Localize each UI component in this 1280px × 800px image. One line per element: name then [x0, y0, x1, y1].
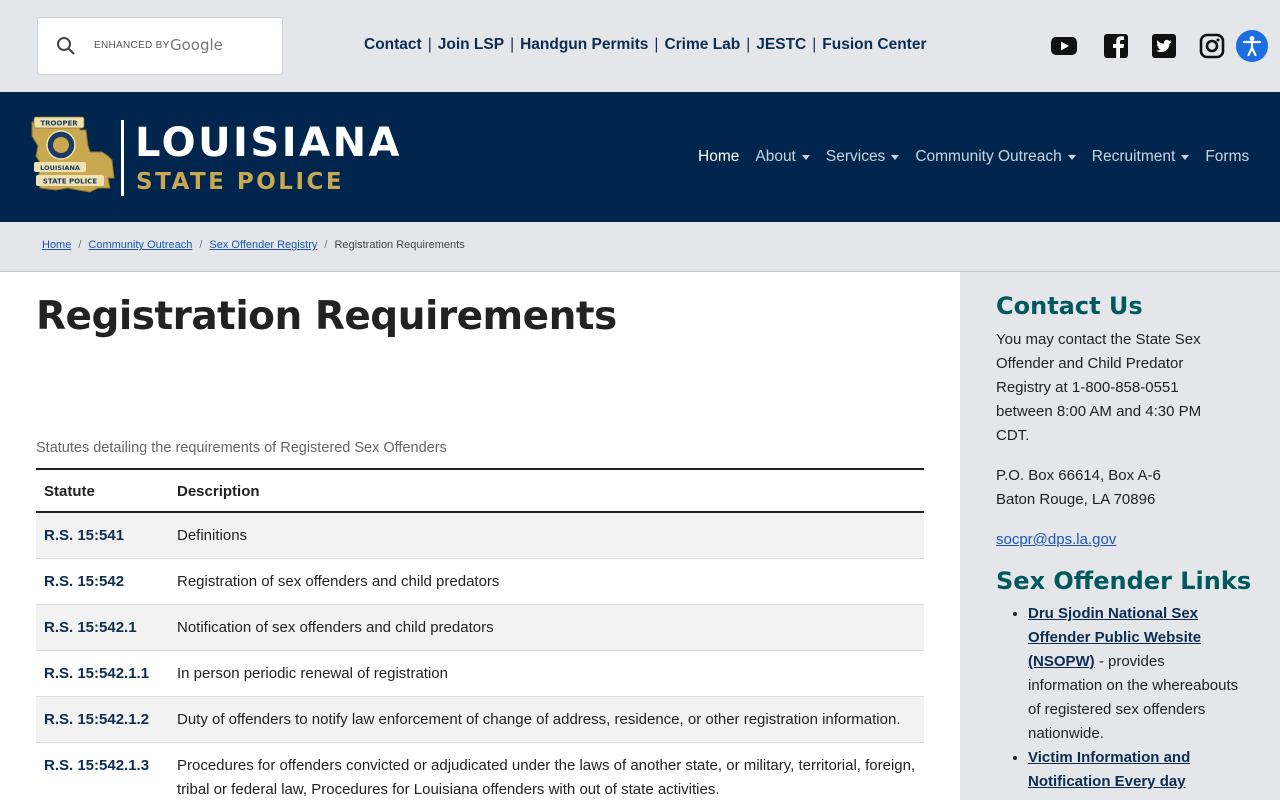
site-search-box[interactable]: ENHANCED BY Google	[37, 17, 283, 75]
enhanced-by-label: ENHANCED BY	[94, 40, 170, 51]
logo-divider	[121, 120, 124, 196]
contact-email-link[interactable]: socpr@dps.la.gov	[996, 531, 1116, 548]
utility-links: Contact | Join LSP | Handgun Permits | Crime L…	[364, 36, 927, 53]
state-police-badge-logo[interactable]: TROOPER LOUISIANA STATE POLICE	[28, 116, 116, 194]
utility-link-handgun-permits[interactable]: Handgun Permits	[520, 36, 648, 53]
breadcrumb-home[interactable]: Home	[42, 239, 71, 251]
utility-bar: ENHANCED BY Google Contact | Join LSP | Hand…	[0, 0, 1280, 92]
search-icon[interactable]	[56, 36, 76, 56]
table-caption: Statutes detailing the requirements of R…	[36, 440, 447, 456]
contact-us-text: You may contact the State Sex Offender a…	[996, 331, 1202, 444]
list-item: Victim Information and Notification Ever…	[1028, 746, 1240, 794]
statute-description: Notification of sex offenders and child …	[169, 604, 924, 651]
statute-link[interactable]: R.S. 15:542	[36, 558, 169, 605]
nav-home[interactable]: Home	[698, 148, 739, 166]
table-row: R.S. 15:542.1.3 Procedures for offenders…	[36, 742, 924, 800]
facebook-icon[interactable]	[1103, 33, 1129, 59]
sex-offender-links-list: Dru Sjodin National Sex Offender Public …	[1012, 602, 1240, 794]
sidebar: Contact Us You may contact the State Sex…	[960, 272, 1280, 800]
statute-link[interactable]: R.S. 15:541	[36, 512, 169, 559]
statute-description: Registration of sex offenders and child …	[169, 558, 924, 605]
statutes-table: Statute Description R.S. 15:541 Definiti…	[36, 468, 924, 800]
nav-community-outreach[interactable]: Community Outreach	[915, 148, 1076, 166]
statute-description: Definitions	[169, 512, 924, 559]
accessibility-icon[interactable]	[1236, 30, 1268, 62]
table-row: R.S. 15:542.1.2 Duty of offenders to not…	[36, 696, 924, 743]
logo-wordmark-louisiana[interactable]: LOUISIANA	[135, 120, 402, 166]
statute-description: In person periodic renewal of registrati…	[169, 650, 924, 697]
chevron-down-icon	[891, 155, 900, 160]
utility-link-join-lsp[interactable]: Join LSP	[438, 36, 504, 53]
statute-link[interactable]: R.S. 15:542.1	[36, 604, 169, 651]
utility-link-contact[interactable]: Contact	[364, 36, 422, 53]
breadcrumb-community-outreach[interactable]: Community Outreach	[88, 239, 192, 251]
site-header: TROOPER LOUISIANA STATE POLICE LOUISIANA…	[0, 92, 1280, 222]
table-row: R.S. 15:542.1.1 In person periodic renew…	[36, 650, 924, 697]
table-header-row: Statute Description	[36, 468, 924, 513]
nav-services[interactable]: Services	[826, 148, 900, 166]
nav-forms[interactable]: Forms	[1205, 148, 1249, 166]
breadcrumb-sex-offender-registry[interactable]: Sex Offender Registry	[209, 239, 317, 251]
instagram-icon[interactable]	[1199, 33, 1225, 59]
svg-text:LOUISIANA: LOUISIANA	[40, 164, 80, 172]
statute-link[interactable]: R.S. 15:542.1.3	[36, 742, 169, 800]
svg-text:STATE POLICE: STATE POLICE	[43, 178, 97, 186]
vine-link[interactable]: Victim Information and Notification Ever…	[1028, 749, 1190, 790]
sex-offender-links-heading: Sex Offender Links	[996, 567, 1252, 595]
column-header-statute: Statute	[36, 468, 169, 513]
google-label: Google	[170, 36, 223, 54]
table-row: R.S. 15:542 Registration of sex offender…	[36, 558, 924, 605]
logo-wordmark-state-police[interactable]: STATE POLICE	[136, 169, 344, 195]
chevron-down-icon	[1181, 155, 1190, 160]
statute-link[interactable]: R.S. 15:542.1.1	[36, 650, 169, 697]
utility-link-jestc[interactable]: JESTC	[756, 36, 806, 53]
table-row: R.S. 15:542.1 Notification of sex offend…	[36, 604, 924, 651]
table-row: R.S. 15:541 Definitions	[36, 512, 924, 559]
statute-link[interactable]: R.S. 15:542.1.2	[36, 696, 169, 743]
statute-description: Duty of offenders to notify law enforcem…	[169, 696, 924, 743]
list-item: Dru Sjodin National Sex Offender Public …	[1028, 602, 1240, 746]
column-header-description: Description	[169, 468, 924, 513]
nav-recruitment[interactable]: Recruitment	[1092, 148, 1190, 166]
nav-about[interactable]: About	[755, 148, 810, 166]
page-title: Registration Requirements	[36, 294, 617, 339]
chevron-down-icon	[1067, 155, 1076, 160]
svg-text:TROOPER: TROOPER	[40, 120, 78, 128]
utility-link-crime-lab[interactable]: Crime Lab	[664, 36, 740, 53]
twitter-icon[interactable]	[1151, 33, 1177, 59]
youtube-icon[interactable]	[1051, 33, 1077, 59]
mailing-address-line-1: P.O. Box 66614, Box A-6	[996, 467, 1161, 484]
chevron-down-icon	[801, 155, 810, 160]
main-nav: Home About Services Community Outreach R…	[698, 148, 1249, 166]
breadcrumb: Home / Community Outreach / Sex Offender Reg…	[0, 222, 1280, 272]
contact-us-heading: Contact Us	[996, 292, 1143, 320]
breadcrumb-current: Registration Requirements	[334, 239, 465, 251]
statute-description: Procedures for offenders convicted or ad…	[169, 742, 924, 800]
mailing-address-line-2: Baton Rouge, LA 70896	[996, 491, 1156, 508]
utility-link-fusion-center[interactable]: Fusion Center	[822, 36, 926, 53]
